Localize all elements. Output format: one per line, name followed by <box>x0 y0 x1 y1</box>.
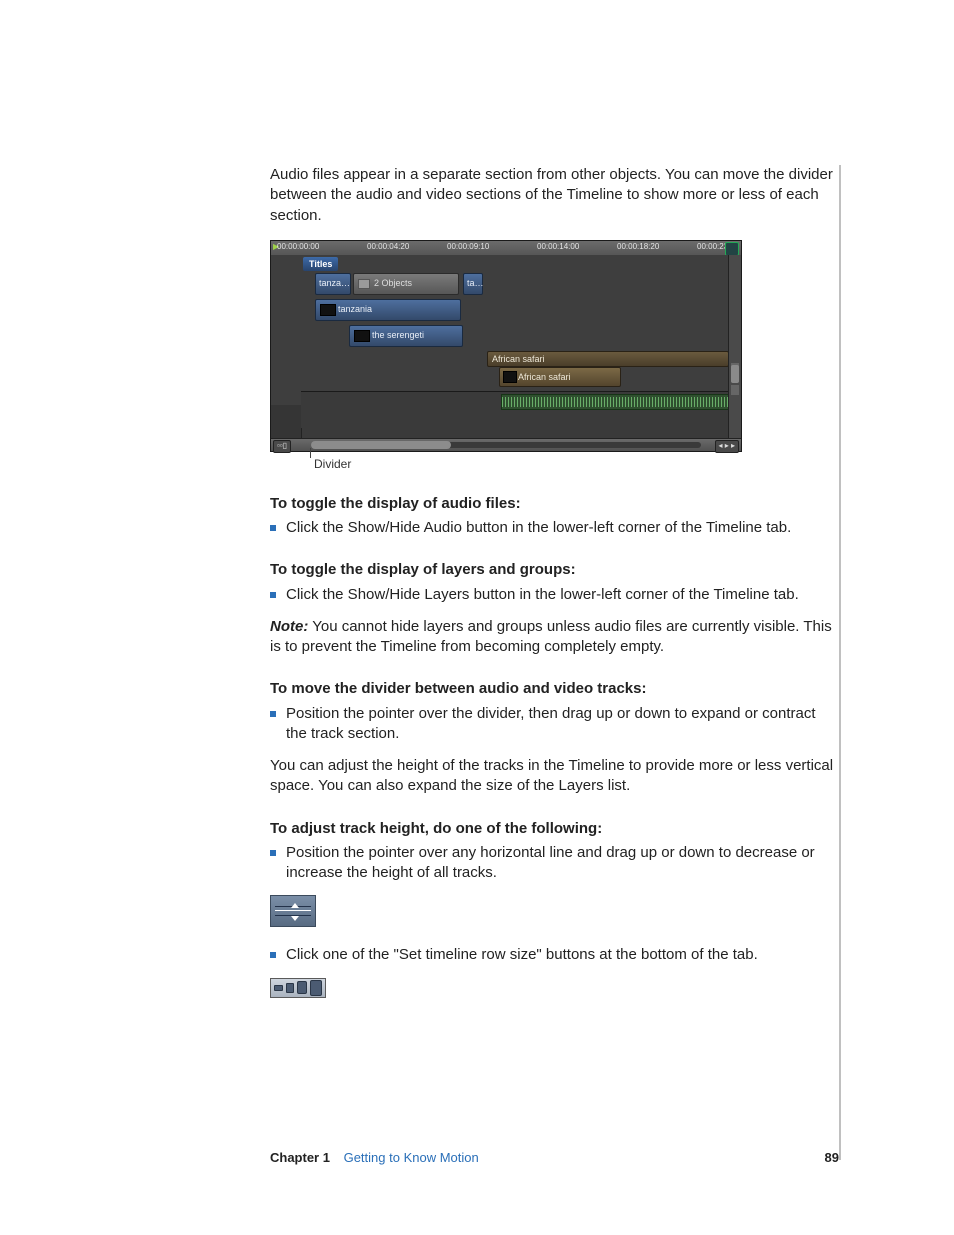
resize-cursor-icon <box>283 908 301 916</box>
row-size-button-group[interactable] <box>270 978 326 998</box>
zoom-icon[interactable] <box>725 242 739 256</box>
section-heading: To toggle the display of layers and grou… <box>270 560 839 580</box>
section-heading: To move the divider between audio and vi… <box>270 679 839 699</box>
row-size-m-icon[interactable] <box>297 981 307 994</box>
row-size-buttons-illustration <box>270 978 839 998</box>
media-group-header[interactable]: African safari <box>487 351 729 367</box>
horizontal-scrollbar[interactable]: ▫▫▯ ◂ ▸ ▸ <box>271 438 741 451</box>
scroll-down-icon[interactable] <box>731 385 739 395</box>
timeline-screenshot: ▶ 00:00:00:00 00:00:04:20 00:00:09:10 00… <box>270 240 839 472</box>
note-paragraph: Note: You cannot hide layers and groups … <box>270 617 839 658</box>
group-header-titles[interactable]: Titles <box>303 257 338 271</box>
bullet-item: Click the Show/Hide Layers button in the… <box>270 585 839 605</box>
layers-icon <box>358 279 370 289</box>
row-size-buttons[interactable]: ▫▫▯ <box>273 440 291 453</box>
thumbnail-icon <box>354 330 370 342</box>
ruler-time: 00:00:09:10 <box>447 242 489 253</box>
ruler-time: 00:00:04:20 <box>367 242 409 253</box>
row-size-l-icon[interactable] <box>310 980 322 996</box>
audio-track-area <box>301 391 729 428</box>
timeline-track-area: Titles tanza… 2 Objects ta… tanzania <box>271 255 729 405</box>
bullet-item: Click the Show/Hide Audio button in the … <box>270 518 839 538</box>
resize-cursor-illustration <box>270 895 839 927</box>
row-size-xs-icon[interactable] <box>274 985 283 991</box>
transport-buttons[interactable]: ◂ ▸ ▸ <box>715 440 740 453</box>
ruler-time: 00:00:00:00 <box>277 242 319 253</box>
bullet-item: Click one of the "Set timeline row size"… <box>270 945 839 965</box>
bullet-item: Position the pointer over any horizontal… <box>270 843 839 884</box>
page-content: Audio files appear in a separate section… <box>270 165 839 998</box>
note-body: You cannot hide layers and groups unless… <box>270 618 832 655</box>
section-heading: To adjust track height, do one of the fo… <box>270 819 839 839</box>
callout-divider: Divider <box>314 456 839 472</box>
thumbnail-icon <box>503 371 517 383</box>
objects-chip[interactable]: 2 Objects <box>353 273 459 295</box>
vertical-scrollbar[interactable] <box>728 255 741 439</box>
media-item[interactable]: African safari <box>499 367 621 387</box>
page-margin-rule <box>839 165 841 1160</box>
clip-ta[interactable]: ta… <box>463 273 483 295</box>
ruler-time: 00:00:14:00 <box>537 242 579 253</box>
scroll-thumb[interactable] <box>311 441 451 449</box>
row-size-s-icon[interactable] <box>286 983 295 993</box>
ruler-time: 00:00:18:20 <box>617 242 659 253</box>
audio-waveform[interactable] <box>501 394 729 410</box>
clip-tanzania[interactable]: tanzania <box>315 299 461 321</box>
bullet-item: Position the pointer over the divider, t… <box>270 704 839 745</box>
page-number: 89 <box>825 1150 839 1165</box>
chapter-title: Getting to Know Motion <box>344 1150 479 1165</box>
thumbnail-icon <box>320 304 336 316</box>
note-label: Note: <box>270 618 308 635</box>
clip-serengeti[interactable]: the serengeti <box>349 325 463 347</box>
chapter-label: Chapter 1 <box>270 1150 330 1165</box>
clip-tanza[interactable]: tanza… <box>315 273 351 295</box>
section-heading: To toggle the display of audio files: <box>270 494 839 514</box>
timeline-ruler: ▶ 00:00:00:00 00:00:04:20 00:00:09:10 00… <box>271 241 741 256</box>
page-footer: Chapter 1 Getting to Know Motion 89 <box>270 1150 839 1165</box>
intro-paragraph: Audio files appear in a separate section… <box>270 165 839 226</box>
after-paragraph: You can adjust the height of the tracks … <box>270 756 839 797</box>
scroll-thumb[interactable] <box>731 365 739 383</box>
